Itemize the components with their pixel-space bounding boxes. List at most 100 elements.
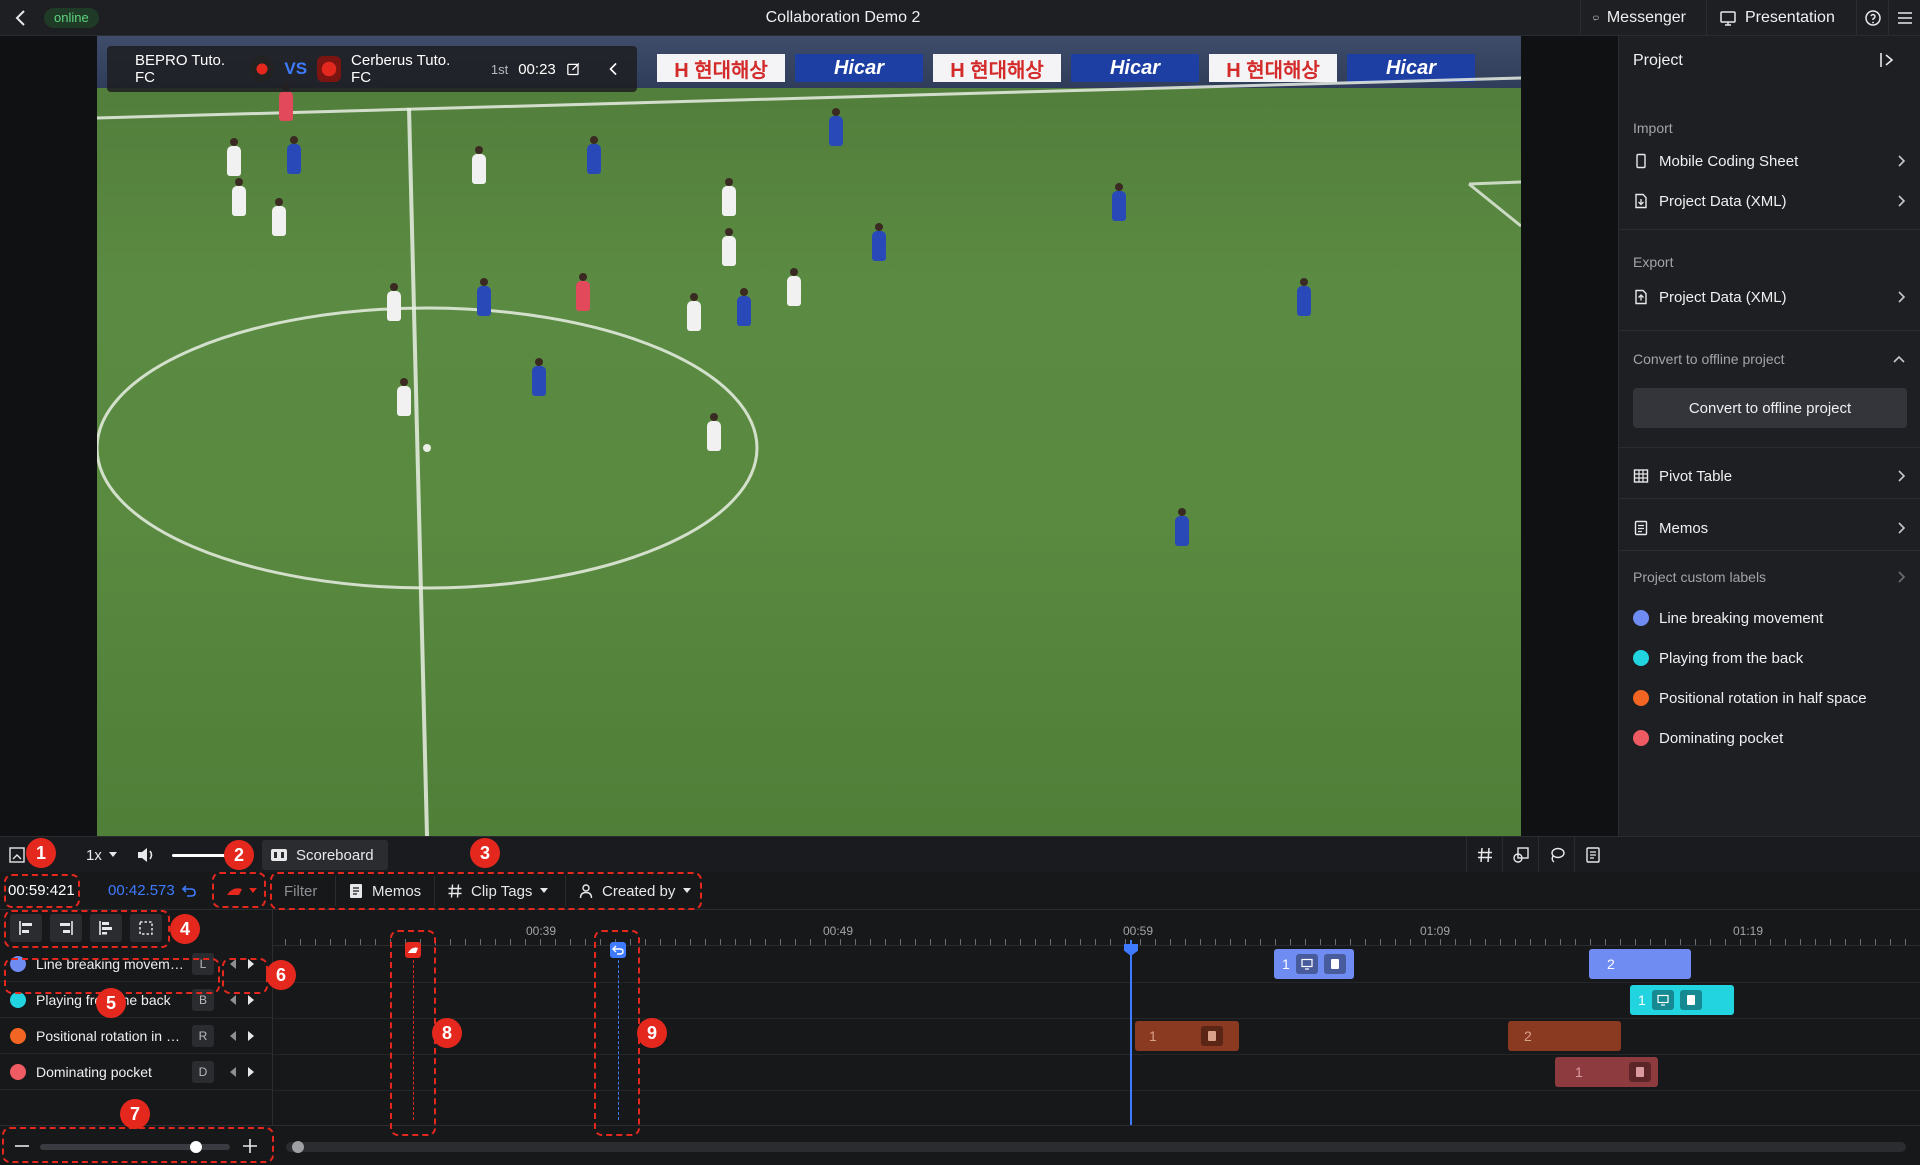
timeline-scrollbar[interactable]: [286, 1142, 1906, 1152]
player-figure: [787, 268, 801, 306]
ruler-tick: [1380, 939, 1381, 945]
scoreboard-button[interactable]: Scoreboard: [262, 840, 388, 870]
custom-label-item[interactable]: Line breaking movement: [1633, 604, 1907, 632]
ruler-tick: [1365, 939, 1366, 945]
playhead-handle[interactable]: [1124, 944, 1138, 956]
ruler-tick-label: 00:39: [525, 924, 557, 938]
clip-block[interactable]: 1: [1135, 1021, 1239, 1051]
collapse-panel-icon[interactable]: [1877, 50, 1897, 70]
clip-block[interactable]: 1: [1555, 1057, 1658, 1087]
annotation-badge: 5: [96, 988, 126, 1018]
memos-item[interactable]: Memos: [1633, 508, 1907, 548]
ruler-tick: [360, 939, 361, 945]
export-project-data-xml[interactable]: Project Data (XML): [1633, 282, 1907, 312]
collapse-overlay-icon[interactable]: [605, 59, 623, 79]
import-project-data-xml[interactable]: Project Data (XML): [1633, 186, 1907, 216]
ruler-tick: [1050, 939, 1051, 945]
edit-icon[interactable]: [566, 61, 581, 77]
hotkey-badge: R: [192, 1024, 214, 1047]
drawing-tool-button[interactable]: [1502, 837, 1538, 873]
custom-label-item[interactable]: Dominating pocket: [1633, 724, 1907, 752]
presentation-button[interactable]: Presentation: [1706, 0, 1856, 36]
messenger-button[interactable]: Messenger: [1580, 0, 1698, 36]
ruler-tick: [720, 939, 721, 945]
clip-block[interactable]: 2: [1508, 1021, 1621, 1051]
ruler-tick: [1110, 939, 1111, 945]
ruler-tick: [945, 939, 946, 945]
custom-labels-header[interactable]: Project custom labels: [1633, 564, 1907, 590]
player-figure: [707, 413, 721, 451]
hamburger-icon: [1897, 12, 1912, 24]
memos-label: Memos: [1659, 519, 1709, 537]
ruler-tick: [1815, 939, 1816, 945]
playback-speed-dropdown[interactable]: 1x: [86, 837, 118, 873]
ruler-tick: [345, 939, 346, 945]
ruler-tick: [1410, 939, 1411, 945]
timeline-label-name: Dominating pocket: [36, 1063, 152, 1080]
annotation-badge: 7: [120, 1099, 150, 1129]
memo-icon: [1679, 990, 1702, 1010]
player-figure: [472, 146, 486, 184]
ruler-tick: [465, 939, 466, 945]
lasso-tool-button[interactable]: [1538, 837, 1574, 873]
ruler-tick: [930, 939, 931, 945]
memo-tool-button[interactable]: [1574, 837, 1610, 873]
ruler-tick: [1665, 939, 1666, 945]
ruler-tick: [1500, 939, 1501, 945]
caret-left-icon[interactable]: [228, 994, 238, 1006]
import-mobile-coding-sheet[interactable]: Mobile Coding Sheet: [1633, 146, 1907, 176]
clip-block[interactable]: 2: [1589, 949, 1691, 979]
caret-left-icon[interactable]: [228, 1066, 238, 1078]
ruler-tick: [1095, 939, 1096, 945]
custom-label-item[interactable]: Positional rotation in half space: [1633, 684, 1907, 712]
annotation-box: [222, 958, 268, 994]
referee-figure: [279, 83, 293, 121]
clip-block[interactable]: 1: [1274, 949, 1354, 979]
convert-section-header[interactable]: Convert to offline project: [1633, 346, 1907, 372]
ruler-tick: [705, 939, 706, 945]
ruler-tick: [1080, 939, 1081, 945]
track-divider: [273, 1054, 1920, 1055]
timeline-label-row[interactable]: Dominating pocket D: [0, 1054, 272, 1090]
caret-right-icon[interactable]: [246, 1030, 256, 1042]
custom-label-name: Line breaking movement: [1659, 609, 1824, 627]
player-figure: [687, 293, 701, 331]
clip-duration[interactable]: 00:42.573: [108, 872, 197, 910]
snapshot-button[interactable]: [8, 837, 26, 873]
label-color-dot: [10, 1063, 26, 1080]
ruler-tick: [1065, 939, 1066, 945]
caret-right-icon[interactable]: [246, 1066, 256, 1078]
timeline-scrollbar-thumb[interactable]: [292, 1141, 304, 1153]
home-team-crest-icon: [250, 56, 275, 82]
annotation-box: [270, 872, 702, 910]
help-button[interactable]: [1856, 0, 1888, 36]
convert-offline-button[interactable]: Convert to offline project: [1633, 388, 1907, 428]
custom-label-item[interactable]: Playing from the back: [1633, 644, 1907, 672]
custom-label-name: Playing from the back: [1659, 649, 1804, 667]
timeline-ruler[interactable]: 00:39 00:49 00:59 01:09 01:19: [273, 910, 1920, 946]
ruler-tick: [1470, 939, 1471, 945]
timeline[interactable]: 00:39 00:49 00:59 01:09 01:19 1 2 1 1 2 1: [272, 910, 1920, 1125]
menu-button[interactable]: [1888, 0, 1920, 36]
ruler-tick: [285, 939, 286, 945]
video-player[interactable]: H 현대해상 Hicar H 현대해상 Hicar H 현대해상 Hicar B…: [97, 36, 1521, 836]
ruler-tick: [1515, 939, 1516, 945]
pivot-table-item[interactable]: Pivot Table: [1633, 456, 1907, 496]
clip-block[interactable]: 1: [1630, 985, 1734, 1015]
ruler-tick: [480, 939, 481, 945]
away-team-crest-icon: [317, 56, 342, 82]
player-figure: [272, 198, 286, 236]
volume-button[interactable]: [136, 837, 156, 873]
player-figure: [227, 138, 241, 176]
caret-right-icon[interactable]: [246, 994, 256, 1006]
timeline-label-row[interactable]: Positional rotation in half space R: [0, 1018, 272, 1054]
annotation-box: [594, 930, 640, 1136]
ruler-tick: [1650, 939, 1651, 945]
caret-left-icon[interactable]: [228, 1030, 238, 1042]
scoreboard-label: Scoreboard: [296, 846, 374, 864]
ruler-tick: [1605, 939, 1606, 945]
ruler-tick: [825, 939, 826, 945]
ruler-tick: [1200, 939, 1201, 945]
monitor-icon: [1720, 11, 1736, 26]
tag-tool-button[interactable]: [1466, 837, 1502, 873]
